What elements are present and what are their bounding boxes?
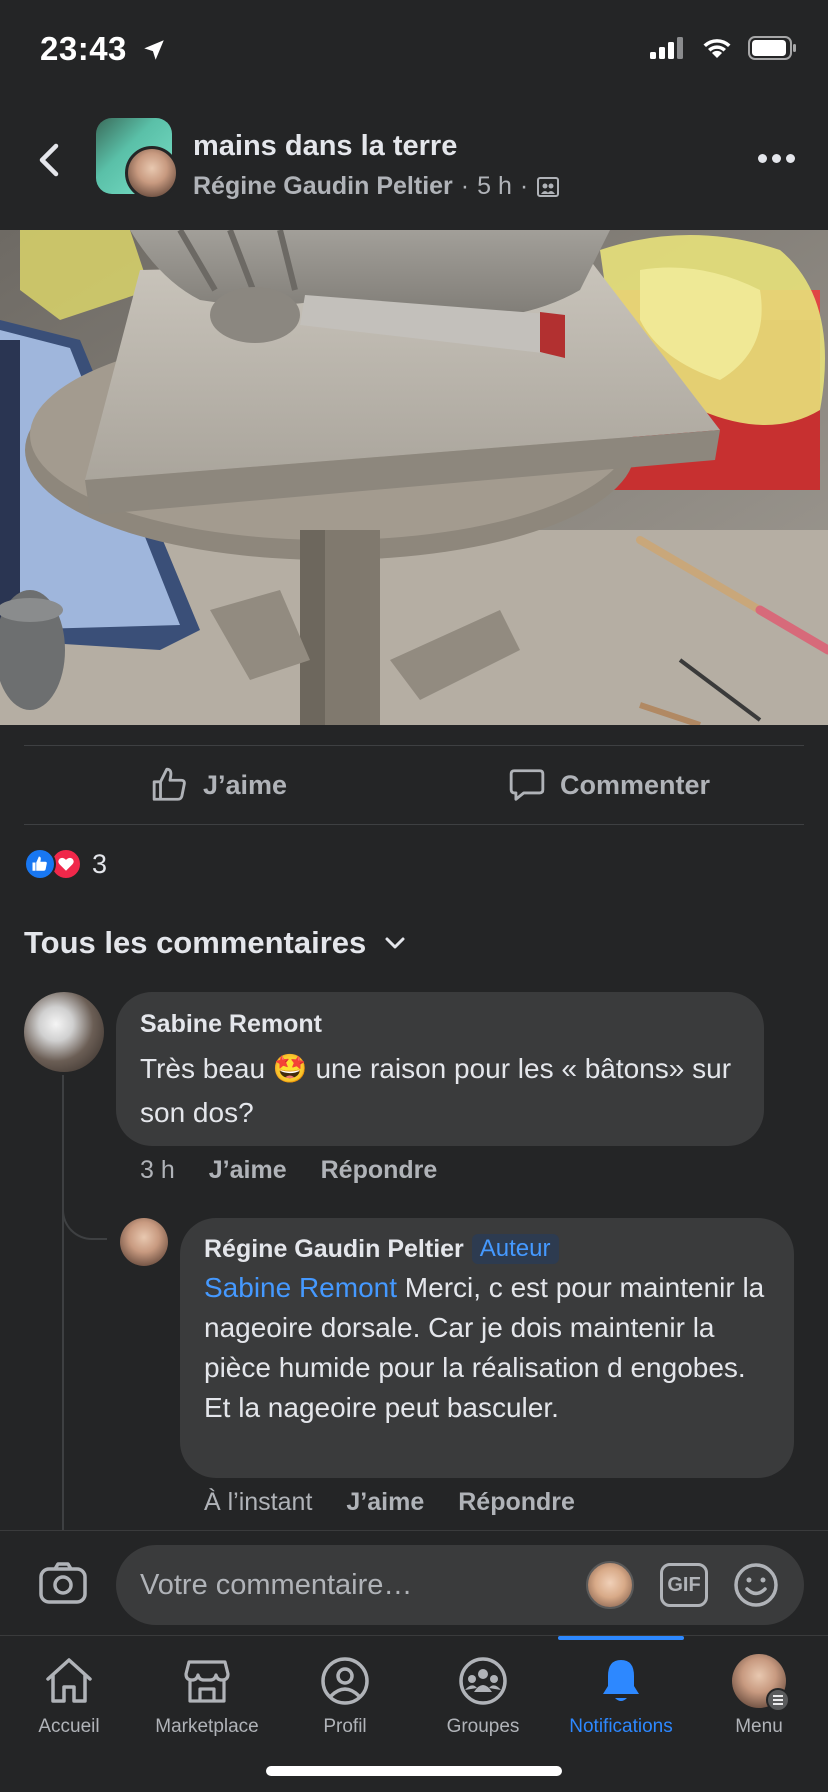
comment-like-button[interactable]: J’aime: [209, 1156, 287, 1185]
gif-button[interactable]: GIF: [660, 1563, 708, 1607]
like-button[interactable]: J’aime: [24, 746, 414, 824]
clock-text: 23:43: [40, 30, 127, 67]
like-reaction-icon: [24, 848, 56, 880]
status-icons: [650, 36, 798, 60]
reply-mention[interactable]: Sabine Remont: [204, 1272, 397, 1303]
reply-author[interactable]: Régine Gaudin Peltier: [204, 1235, 464, 1264]
battery-icon: [748, 36, 796, 60]
marketplace-icon: [184, 1660, 230, 1703]
post-photo[interactable]: [0, 230, 828, 725]
tab-notifications[interactable]: Notifications: [552, 1636, 690, 1756]
more-options-button[interactable]: [758, 148, 798, 168]
like-label: J’aime: [202, 769, 288, 800]
tab-label: Groupes: [446, 1716, 520, 1737]
separator-dot: ·: [519, 172, 529, 200]
tab-label: Accueil: [38, 1716, 100, 1737]
tab-label: Menu: [735, 1716, 783, 1737]
comment-bubble-icon: [509, 769, 545, 801]
wifi-icon: [703, 39, 731, 58]
comment-label: Commenter: [559, 769, 711, 800]
comments-filter-label: Tous les commentaires: [24, 925, 367, 960]
tab-accueil[interactable]: Accueil: [0, 1636, 138, 1756]
chevron-down-icon: [385, 937, 405, 949]
separator-dot: ·: [460, 172, 470, 200]
tab-marketplace[interactable]: Marketplace: [138, 1636, 276, 1756]
group-title[interactable]: mains dans la terre: [193, 130, 457, 163]
reply-like-button[interactable]: J’aime: [346, 1488, 424, 1517]
profile-icon: [321, 1657, 369, 1705]
tab-label: Profil: [323, 1716, 367, 1737]
author-badge: Auteur: [471, 1234, 559, 1264]
tab-profil[interactable]: Profil: [276, 1636, 414, 1756]
comment-bubble[interactable]: Sabine Remont Très beau 🤩 une raison pou…: [116, 992, 764, 1146]
reply-header: Régine Gaudin Peltier Auteur: [204, 1234, 770, 1264]
comment-composer: GIF: [0, 1530, 828, 1635]
emoji-icon[interactable]: [732, 1561, 780, 1609]
comments-filter-dropdown[interactable]: Tous les commentaires: [24, 925, 406, 961]
dot: [786, 153, 795, 163]
commenter-avatar[interactable]: [24, 992, 104, 1072]
post-actions-bar: J’aime Commenter: [24, 745, 804, 825]
signal-icon: [650, 37, 683, 59]
comment-time: 3 h: [140, 1156, 175, 1184]
menu-hamburger-icon: [766, 1688, 790, 1712]
post-author[interactable]: Régine Gaudin Peltier: [193, 172, 453, 201]
comment-button[interactable]: Commenter: [414, 746, 804, 824]
group-privacy-icon: [537, 176, 560, 197]
photo-illustration: [0, 230, 828, 725]
comment-text: Très beau 🤩 une raison pour les « bâtons…: [140, 1053, 732, 1128]
avatar-sticker-button[interactable]: [586, 1561, 634, 1609]
thumbs-up-icon: [152, 767, 186, 801]
tab-groupes[interactable]: Groupes: [414, 1636, 552, 1756]
thread-line: [62, 1075, 64, 1530]
bell-icon: [603, 1660, 639, 1701]
home-indicator[interactable]: [266, 1766, 562, 1776]
reply-connector: [62, 1160, 107, 1240]
post-time: 5 h: [477, 172, 512, 200]
author-avatar[interactable]: [125, 146, 179, 200]
reply-time: À l’instant: [204, 1488, 313, 1516]
dot: [772, 153, 781, 163]
comment-meta: 3 h J’aime Répondre: [140, 1156, 437, 1185]
dot: [758, 153, 767, 163]
post-subtitle: Régine Gaudin Peltier · 5 h ·: [193, 172, 560, 201]
home-icon: [46, 1658, 92, 1703]
reply-meta: À l’instant J’aime Répondre: [204, 1488, 575, 1517]
tab-label: Marketplace: [155, 1716, 259, 1737]
reply-text: Sabine Remont Merci, c est pour mainteni…: [204, 1268, 770, 1428]
status-time: 23:43: [40, 30, 167, 68]
comment-author[interactable]: Sabine Remont: [140, 1010, 740, 1039]
comment-input[interactable]: [140, 1545, 570, 1625]
reply-author-avatar[interactable]: [120, 1218, 168, 1266]
tab-menu[interactable]: Menu: [690, 1636, 828, 1756]
tab-label: Notifications: [569, 1716, 673, 1737]
post-header: mains dans la terre Régine Gaudin Peltie…: [0, 100, 828, 230]
reactions-summary[interactable]: 3: [24, 848, 107, 880]
back-arrow-icon[interactable]: [30, 140, 70, 180]
reply-reply-button[interactable]: Répondre: [458, 1488, 575, 1517]
comment-input-container: GIF: [116, 1545, 804, 1625]
location-arrow-icon: [143, 40, 164, 60]
status-bar: 23:43: [0, 0, 828, 100]
groups-icon: [459, 1657, 507, 1705]
reaction-count: 3: [92, 848, 108, 879]
camera-icon[interactable]: [38, 1561, 88, 1605]
reply-bubble[interactable]: Régine Gaudin Peltier Auteur Sabine Remo…: [180, 1218, 794, 1478]
menu-avatar: [732, 1654, 790, 1712]
comment-reply-button[interactable]: Répondre: [321, 1156, 438, 1185]
